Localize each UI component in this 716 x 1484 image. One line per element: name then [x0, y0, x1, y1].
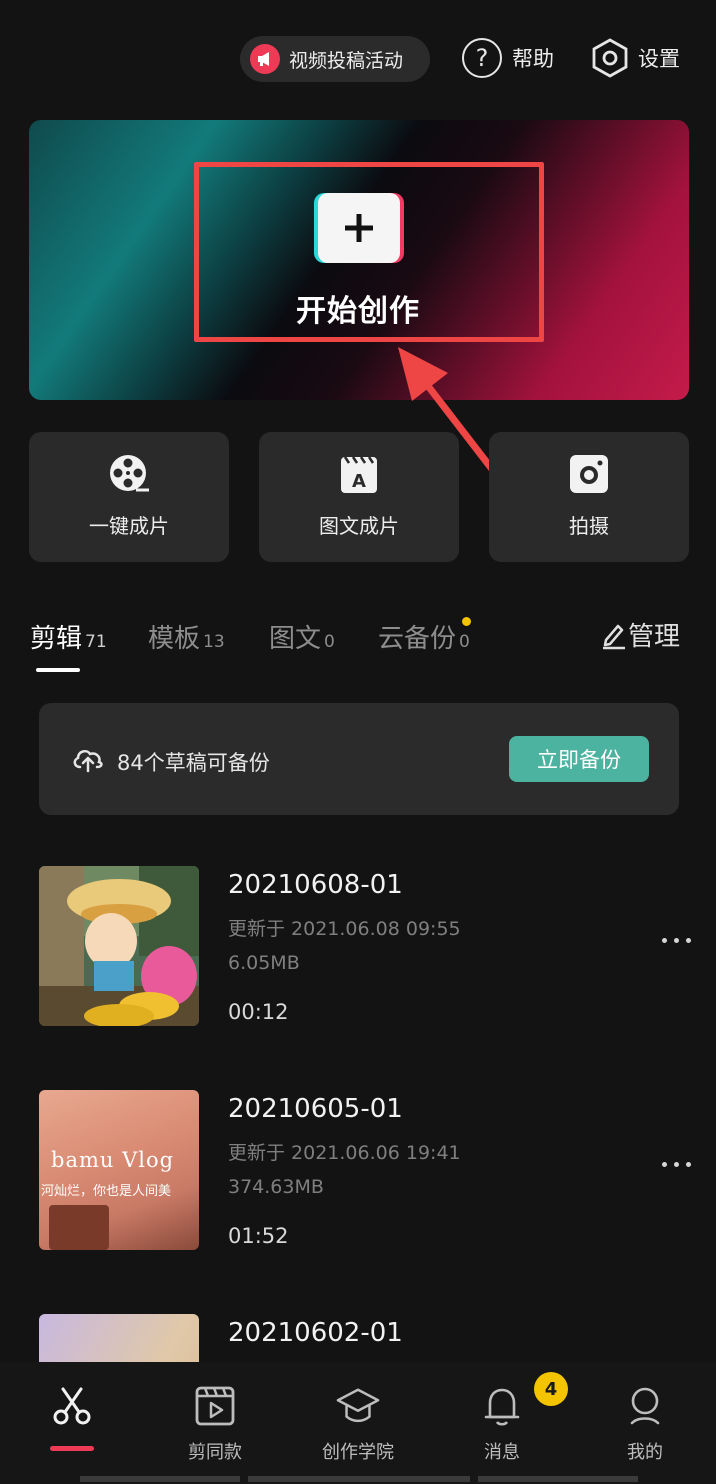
thumbnail-text: bamu Vlog: [51, 1148, 175, 1172]
home-indicator: [80, 1476, 240, 1482]
promo-activity-button[interactable]: 视频投稿活动: [240, 36, 430, 82]
draft-tabs: 剪辑 71 模板 13 图文 0 云备份 0 管理: [0, 612, 716, 682]
nav-item-edit[interactable]: [17, 1384, 127, 1428]
bottom-nav: 剪同款 创作学院 消息 4 我的: [0, 1362, 716, 1484]
draft-item[interactable]: bamu Vlog 河灿烂，你也是人间美 20210605-01 更新于 202…: [0, 1090, 716, 1260]
draft-thumbnail: bamu Vlog 河灿烂，你也是人间美: [39, 1090, 199, 1250]
quick-action-label: 图文成片: [319, 514, 399, 538]
tab-image-text[interactable]: 图文 0: [269, 618, 335, 655]
help-button[interactable]: ? 帮助: [462, 38, 554, 78]
tab-count: 0: [324, 632, 335, 652]
tab-label: 云备份: [378, 624, 457, 654]
thumbnail-shape: [49, 1205, 109, 1250]
pencil-icon: [603, 624, 625, 649]
draft-size: 374.63MB: [228, 1176, 324, 1198]
graduation-cap-icon: [336, 1384, 380, 1428]
home-indicator: [248, 1476, 470, 1482]
quick-action-label: 拍摄: [569, 514, 609, 538]
nav-item-profile[interactable]: 我的: [590, 1384, 700, 1464]
tab-count: 71: [85, 632, 107, 652]
more-options-icon[interactable]: [662, 1162, 691, 1167]
draft-size: 6.05MB: [228, 952, 300, 974]
cloud-upload-icon: [73, 749, 103, 773]
hexagon-gear-icon: [592, 38, 628, 78]
nav-label: 消息: [484, 1442, 520, 1463]
messages-count-badge: 4: [534, 1372, 568, 1406]
draft-title: 20210608-01: [228, 870, 403, 900]
tab-count: 13: [203, 632, 225, 652]
manage-button[interactable]: 管理: [600, 616, 680, 653]
nav-item-template[interactable]: 剪同款: [160, 1384, 270, 1464]
quick-action-camera[interactable]: 拍摄: [489, 432, 689, 562]
draft-thumbnail: [39, 1314, 199, 1362]
film-reel-icon: [107, 452, 151, 496]
draft-item[interactable]: 20210608-01 更新于 2021.06.08 09:55 6.05MB …: [0, 866, 716, 1036]
settings-label: 设置: [638, 47, 680, 71]
annotation-highlight-box: [194, 162, 544, 342]
question-circle-icon: ?: [462, 38, 502, 78]
top-bar: 视频投稿活动 ? 帮助 设置: [0, 34, 716, 84]
nav-label: 我的: [627, 1442, 663, 1463]
tab-count: 0: [459, 632, 470, 652]
tab-label: 模板: [148, 624, 201, 654]
bell-icon: [480, 1384, 524, 1428]
draft-thumbnail: [39, 866, 199, 1026]
draft-duration: 01:52: [228, 1224, 289, 1248]
cloud-backup-dot-badge: [462, 617, 471, 626]
tab-edit[interactable]: 剪辑 71: [30, 618, 107, 655]
more-options-icon[interactable]: [662, 938, 691, 943]
draft-item[interactable]: 20210602-01: [0, 1314, 716, 1362]
quick-action-text-video[interactable]: A 图文成片: [259, 432, 459, 562]
backup-banner: 84个草稿可备份 立即备份: [39, 703, 679, 815]
svg-text:A: A: [352, 471, 366, 492]
promo-label: 视频投稿活动: [289, 49, 404, 72]
manage-label: 管理: [628, 622, 681, 652]
person-icon: [623, 1384, 667, 1428]
nav-label: 剪同款: [188, 1442, 242, 1463]
backup-now-button[interactable]: 立即备份: [509, 736, 649, 782]
template-icon: [193, 1384, 237, 1428]
help-label: 帮助: [512, 47, 554, 71]
nav-item-academy[interactable]: 创作学院: [303, 1384, 413, 1464]
draft-updated: 更新于 2021.06.08 09:55: [228, 918, 461, 940]
draft-updated: 更新于 2021.06.06 19:41: [228, 1142, 461, 1164]
scissors-icon: [50, 1384, 94, 1428]
nav-label: 创作学院: [322, 1442, 394, 1463]
backup-count-text: 84个草稿可备份: [117, 751, 270, 775]
tab-label: 剪辑: [30, 624, 83, 654]
draft-duration: 00:12: [228, 1000, 289, 1024]
tab-templates[interactable]: 模板 13: [148, 618, 225, 655]
thumbnail-subtext: 河灿烂，你也是人间美: [41, 1184, 172, 1199]
quick-action-label: 一键成片: [89, 514, 169, 538]
home-indicator: [478, 1476, 638, 1482]
camera-icon: [567, 452, 611, 496]
megaphone-icon: [250, 44, 280, 74]
tab-cloud-backup[interactable]: 云备份 0: [378, 618, 470, 655]
nav-active-indicator: [50, 1446, 94, 1451]
active-tab-indicator: [36, 668, 80, 672]
quick-action-one-click[interactable]: 一键成片: [29, 432, 229, 562]
text-to-video-icon: A: [337, 452, 381, 496]
tab-label: 图文: [269, 624, 322, 654]
draft-title: 20210602-01: [228, 1318, 403, 1348]
settings-button[interactable]: 设置: [592, 38, 680, 78]
draft-title: 20210605-01: [228, 1094, 403, 1124]
